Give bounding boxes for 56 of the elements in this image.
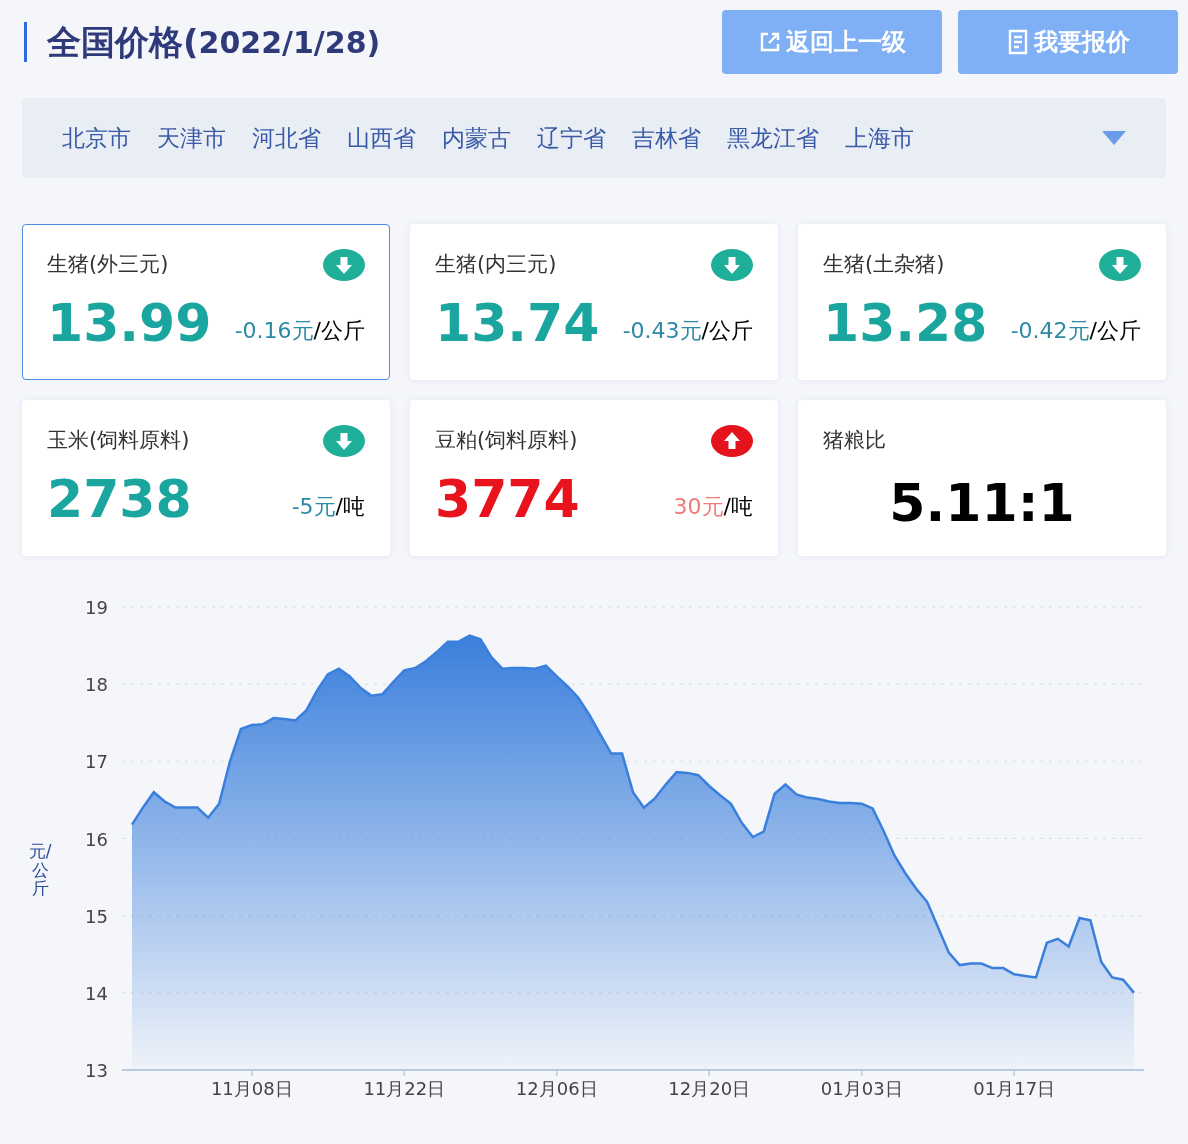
price-change: -5元 xyxy=(291,493,336,521)
card-title: 生猪(外三元) xyxy=(47,251,169,279)
region-tab[interactable]: 辽宁省 xyxy=(537,120,606,156)
price-unit: /公斤 xyxy=(313,317,365,345)
region-tab[interactable]: 北京市 xyxy=(62,120,131,156)
price-card[interactable]: 生猪(土杂猪) 13.28 -0.42元/公斤 xyxy=(798,224,1166,380)
card-title: 生猪(土杂猪) xyxy=(823,251,945,279)
ratio-value: 5.11:1 xyxy=(889,477,1075,529)
price-unit: /公斤 xyxy=(1089,317,1141,345)
card-title: 玉米(饲料原料) xyxy=(47,427,190,455)
tick-label: 14 xyxy=(85,982,108,1004)
region-tab[interactable]: 河北省 xyxy=(252,120,321,156)
price-value: 13.99 xyxy=(47,297,212,349)
price-change: -0.16元 xyxy=(234,317,314,345)
price-change: -0.42元 xyxy=(1010,317,1090,345)
tick-label: 18 xyxy=(85,674,108,696)
price-unit: /吨 xyxy=(335,493,365,521)
price-card[interactable]: 生猪(内三元) 13.74 -0.43元/公斤 xyxy=(410,224,778,380)
price-card[interactable]: 豆粕(饲料原料) 3774 30元/吨 xyxy=(410,400,778,556)
tick-label: 01月17日 xyxy=(973,1078,1056,1099)
tick-label: 12月06日 xyxy=(515,1078,598,1099)
price-card[interactable]: 生猪(外三元) 13.99 -0.16元/公斤 xyxy=(22,224,390,380)
region-tab[interactable]: 内蒙古 xyxy=(442,120,511,156)
price-card[interactable]: 猪粮比 5.11:1 xyxy=(798,400,1166,556)
tick-label: 12月20日 xyxy=(668,1078,751,1099)
region-tab[interactable]: 天津市 xyxy=(157,120,226,156)
card-title: 生猪(内三元) xyxy=(435,251,557,279)
dropdown-caret-icon[interactable] xyxy=(1102,131,1126,145)
price-card[interactable]: 玉米(饲料原料) 2738 -5元/吨 xyxy=(22,400,390,556)
card-title: 豆粕(饲料原料) xyxy=(435,427,578,455)
tick-label: 13 xyxy=(85,1060,108,1081)
price-unit: /公斤 xyxy=(701,317,753,345)
region-tab[interactable]: 上海市 xyxy=(845,120,914,156)
tick-label: 11月08日 xyxy=(210,1078,293,1099)
tick-label: 16 xyxy=(85,828,108,850)
tick-label: 11月22日 xyxy=(363,1078,446,1099)
price-value: 2738 xyxy=(47,473,192,525)
price-unit: /吨 xyxy=(723,493,753,521)
price-value: 3774 xyxy=(435,473,580,525)
price-value: 13.28 xyxy=(823,297,988,349)
price-value: 13.74 xyxy=(435,297,600,349)
tick-label: 01月03日 xyxy=(820,1078,903,1099)
share-icon xyxy=(758,30,782,54)
tick-label: 15 xyxy=(85,905,108,927)
tick-label: 19 xyxy=(85,597,108,618)
page-title: 全国价格( xyxy=(47,20,199,64)
price-change: 30元 xyxy=(673,493,724,521)
page-date: 2022/1/28) xyxy=(198,23,381,62)
document-icon xyxy=(1006,29,1030,55)
price-change: -0.43元 xyxy=(622,317,702,345)
region-tab[interactable]: 吉林省 xyxy=(632,120,701,156)
axis-label: 元/公斤 xyxy=(27,841,53,899)
region-tab[interactable]: 黑龙江省 xyxy=(727,120,819,156)
card-title: 猪粮比 xyxy=(823,427,886,455)
region-tab[interactable]: 山西省 xyxy=(347,120,416,156)
tick-label: 17 xyxy=(85,751,108,773)
